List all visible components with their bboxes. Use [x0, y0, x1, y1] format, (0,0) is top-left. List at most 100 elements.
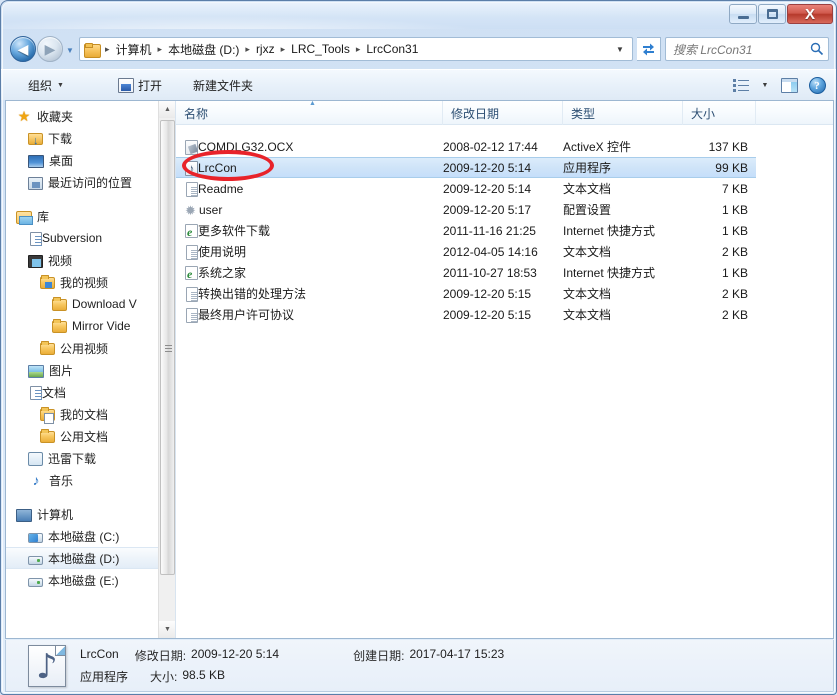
file-type-cell: 文本文档 [563, 308, 612, 322]
breadcrumb-item-lrccon31[interactable]: LrcCon31 [363, 40, 421, 58]
help-button[interactable]: ? [804, 74, 830, 98]
back-arrow-icon: ◀ [17, 41, 29, 57]
column-header-name[interactable]: 名称 [176, 101, 443, 125]
video-icon [28, 254, 43, 268]
scroll-up-button[interactable]: ▲ [159, 101, 175, 118]
column-header-name-label: 名称 [184, 106, 209, 121]
change-view-button[interactable] [728, 74, 754, 98]
file-name-cell: 系统之家 [176, 264, 443, 281]
sidebar-item[interactable]: 视频 [6, 249, 158, 271]
search-box[interactable]: 搜索 LrcCon31 [665, 37, 829, 61]
sidebar-item[interactable]: 本地磁盘 (D:) [6, 547, 158, 569]
breadcrumb-item-lrc-tools[interactable]: LRC_Tools [288, 40, 353, 58]
sidebar-item-label: 本地磁盘 (D:) [48, 551, 120, 566]
file-type-cell: 文本文档 [563, 245, 612, 259]
breadcrumb-item-computer[interactable]: 计算机 [113, 39, 155, 60]
sidebar-item[interactable]: 公用视频 [6, 337, 158, 359]
ocx-file-icon [185, 139, 198, 155]
chevron-down-icon: ▼ [761, 82, 769, 89]
file-size-cell: 2 KB [721, 286, 748, 301]
table-row[interactable]: user 2009-12-20 5:17 配置设置 1 KB [176, 199, 833, 220]
search-input[interactable]: 搜索 LrcCon31 [673, 41, 806, 58]
open-button[interactable]: 打开 [111, 70, 169, 101]
sidebar-item-label: Subversion [42, 231, 103, 245]
sidebar-item[interactable]: 图片 [6, 359, 158, 381]
minimize-button[interactable] [729, 4, 757, 24]
organize-button[interactable]: 组织 ▼ [21, 70, 71, 101]
picture-icon [28, 364, 44, 378]
organize-label: 组织 [28, 79, 53, 93]
sidebar-item[interactable]: 最近访问的位置 [6, 171, 158, 193]
history-dropdown-button[interactable]: ▼ [65, 45, 75, 55]
details-modified-label: 修改日期: [134, 648, 187, 663]
sidebar-item[interactable]: 库 [6, 205, 158, 227]
file-name-cell: 转换出错的处理方法 [176, 285, 443, 302]
sidebar-item[interactable]: Subversion [6, 227, 158, 249]
breadcrumb-item-rjxz[interactable]: rjxz [253, 40, 278, 58]
scrollbar-thumb[interactable] [160, 120, 175, 575]
address-input[interactable]: ▸ 计算机 ▸ 本地磁盘 (D:) ▸ rjxz ▸ LRC_Tools ▸ L… [79, 37, 633, 61]
sidebar-item[interactable]: 公用文档 [6, 425, 158, 447]
table-row[interactable]: 最终用户许可协议 2009-12-20 5:15 文本文档 2 KB [176, 304, 833, 325]
minimize-icon [737, 15, 749, 19]
sidebar-item[interactable]: 本地磁盘 (C:) [6, 525, 158, 547]
preview-pane-button[interactable] [776, 74, 802, 98]
column-header-size[interactable]: 大小 [683, 101, 756, 125]
details-modified-value: 2009-12-20 5:14 [191, 646, 280, 661]
sidebar-item[interactable]: Download V [6, 293, 158, 315]
breadcrumb-item-drive-d[interactable]: 本地磁盘 (D:) [165, 39, 242, 60]
sidebar-item[interactable]: ★ 收藏夹 [6, 105, 158, 127]
thunder-download-icon [28, 451, 43, 466]
sidebar-item[interactable]: 文档 [6, 381, 158, 403]
refresh-button[interactable] [637, 37, 661, 61]
maximize-button[interactable] [758, 4, 786, 24]
column-header-type[interactable]: 类型 [563, 101, 683, 125]
table-row[interactable]: COMDLG32.OCX 2008-02-12 17:44 ActiveX 控件 13… [176, 136, 833, 157]
table-row[interactable]: 更多软件下载 2011-11-16 21:25 Internet 快捷方式 1 KB [176, 220, 833, 241]
sidebar-item-label: 视频 [48, 253, 73, 268]
table-row[interactable]: 转换出错的处理方法 2009-12-20 5:15 文本文档 2 KB [176, 283, 833, 304]
sidebar-item[interactable]: 计算机 [6, 503, 158, 525]
sidebar-item[interactable]: 桌面 [6, 149, 158, 171]
chevron-down-icon: ▼ [66, 45, 74, 55]
sidebar-item-label: Download V [72, 297, 137, 311]
file-name-label: 最终用户许可协议 [198, 308, 295, 322]
new-folder-button[interactable]: 新建文件夹 [186, 70, 260, 101]
sidebar-item[interactable]: 我的文档 [6, 403, 158, 425]
file-name-label: 使用说明 [198, 245, 247, 259]
file-name-label: LrcCon [198, 160, 237, 175]
back-button[interactable]: ◀ [10, 36, 36, 62]
sidebar-item-label: 计算机 [37, 507, 74, 522]
file-date-cell: 2009-12-20 5:15 [443, 286, 532, 301]
open-app-icon [118, 78, 134, 93]
file-name-cell: 最终用户许可协议 [176, 306, 443, 323]
scroll-down-button[interactable]: ▼ [159, 621, 175, 638]
table-row[interactable]: LrcCon 2009-12-20 5:14 应用程序 99 KB [176, 157, 756, 178]
address-dropdown-button[interactable]: ▼ [611, 38, 629, 60]
sidebar-item[interactable]: 迅雷下载 [6, 447, 158, 469]
sidebar-item-label: 公用文档 [60, 429, 109, 444]
preview-pane-icon [780, 78, 798, 93]
details-text-block: LrcCon 修改日期: 2009-12-20 5:14 创建日期: 2017-… [80, 647, 504, 685]
file-name-label: 转换出错的处理方法 [198, 287, 307, 301]
table-row[interactable]: 使用说明 2012-04-05 14:16 文本文档 2 KB [176, 241, 833, 262]
sidebar-item[interactable]: 我的视频 [6, 271, 158, 293]
star-icon: ★ [17, 108, 31, 124]
sidebar-item[interactable]: 下载 [6, 127, 158, 149]
table-row[interactable]: Readme 2009-12-20 5:14 文本文档 7 KB [176, 178, 833, 199]
column-header-date[interactable]: 修改日期 [443, 101, 563, 125]
table-row[interactable]: 系统之家 2011-10-27 18:53 Internet 快捷方式 1 KB [176, 262, 833, 283]
view-dropdown-button[interactable]: ▼ [756, 74, 774, 98]
drive-system-icon [28, 532, 43, 543]
details-file-type: 应用程序 [80, 669, 129, 684]
forward-button[interactable]: ▶ [37, 36, 63, 62]
chevron-down-icon: ▼ [616, 44, 624, 54]
navigation-scrollbar[interactable]: ▲ ▼ [158, 101, 175, 638]
sidebar-item[interactable]: 本地磁盘 (E:) [6, 569, 158, 591]
sidebar-item-label: 迅雷下载 [48, 451, 97, 466]
sidebar-item[interactable]: ♪ 音乐 [6, 469, 158, 491]
sidebar-item[interactable]: Mirror Vide [6, 315, 158, 337]
file-size-cell: 1 KB [721, 223, 748, 238]
nav-group-spacer [6, 491, 158, 503]
close-button[interactable]: X [787, 4, 833, 24]
